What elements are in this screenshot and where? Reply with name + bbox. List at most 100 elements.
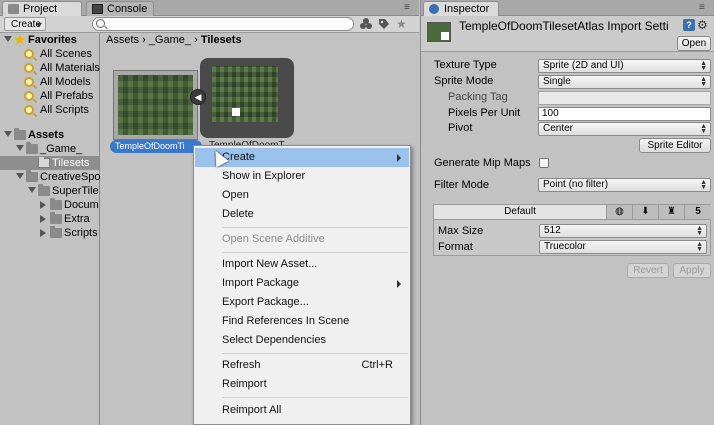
- expand-arrow-icon[interactable]: [4, 131, 12, 137]
- search-by-type-icon[interactable]: [359, 17, 373, 31]
- folder-icon: [50, 226, 62, 238]
- search-input[interactable]: [92, 17, 354, 31]
- revert-button[interactable]: Revert: [627, 263, 669, 278]
- updown-icon: ▲ ▼: [700, 76, 707, 88]
- menu-item-import-package[interactable]: Import Package: [195, 274, 409, 293]
- menu-item-import-new-asset[interactable]: Import New Asset...: [195, 255, 409, 274]
- updown-icon: ▲ ▼: [696, 225, 703, 237]
- menu-item-export-package[interactable]: Export Package...: [195, 293, 409, 312]
- menu-item-select-dependencies[interactable]: Select Dependencies: [195, 331, 409, 350]
- search-by-label-icon[interactable]: [377, 17, 391, 31]
- breadcrumb-tilesets[interactable]: Tilesets: [201, 34, 242, 46]
- project-toolbar: Create ★: [0, 16, 419, 33]
- menu-separator: [222, 252, 408, 253]
- console-tab-icon: [92, 4, 103, 14]
- menu-item-label: Delete: [222, 208, 254, 220]
- html5-platform-icon[interactable]: 5: [684, 205, 711, 220]
- tab-console-label: Console: [107, 3, 148, 15]
- expand-arrow-icon[interactable]: [16, 173, 24, 179]
- create-button[interactable]: Create: [4, 17, 46, 31]
- menu-item-label: Select Dependencies: [222, 334, 326, 346]
- menu-item-find-references[interactable]: Find References In Scene: [195, 312, 409, 331]
- favorite-label: All Scenes: [40, 48, 92, 60]
- menu-item-label: Open Scene Additive: [222, 233, 325, 245]
- tab-default-platform[interactable]: Default: [434, 205, 606, 220]
- expand-arrow-icon[interactable]: [16, 145, 24, 151]
- context-menu: Create Show in Explorer Open Delete Open…: [193, 145, 411, 425]
- gear-icon[interactable]: ⚙: [697, 18, 708, 32]
- android-platform-icon[interactable]: ♜: [658, 205, 684, 220]
- breadcrumb-separator: ›: [194, 34, 198, 46]
- folder-tree: ★ Favorites All Scenes All Materials All…: [0, 33, 101, 425]
- texture-type-dropdown[interactable]: Sprite (2D and UI) ▲ ▼: [538, 59, 711, 73]
- expand-arrow-icon[interactable]: [4, 36, 12, 42]
- sprite-thumbnail[interactable]: [200, 58, 294, 138]
- sprite-mode-dropdown[interactable]: Single ▲ ▼: [538, 75, 711, 89]
- generate-mip-maps-checkbox[interactable]: [539, 158, 549, 168]
- help-icon[interactable]: ?: [683, 19, 695, 31]
- inspector-window: Inspector ≡ TempleOfDoomTilesetAtlas Imp…: [420, 0, 714, 425]
- menu-item-reimport[interactable]: Reimport: [195, 375, 409, 394]
- favorite-label: All Models: [40, 76, 91, 88]
- collapse-arrow-icon[interactable]: [40, 201, 46, 209]
- max-size-label: Max Size: [438, 225, 484, 237]
- menu-item-refresh[interactable]: Refresh Ctrl+R: [195, 356, 409, 375]
- format-label: Format: [438, 241, 473, 253]
- collapse-arrow-icon[interactable]: [40, 215, 46, 223]
- asset-label-selected[interactable]: TempleOfDoomTi: [110, 140, 202, 153]
- menu-item-label: Export Package...: [222, 296, 309, 308]
- tab-project[interactable]: Project: [2, 1, 82, 16]
- menu-item-label: Import New Asset...: [222, 258, 318, 270]
- updown-icon: ▲ ▼: [696, 241, 703, 253]
- collapse-arrow-icon[interactable]: [40, 229, 46, 237]
- texture-thumbnail[interactable]: [113, 70, 198, 140]
- tree-item-tilesets[interactable]: Tilesets: [0, 156, 99, 170]
- packing-tag-field[interactable]: [538, 91, 711, 105]
- menu-item-label: Show in Explorer: [222, 170, 306, 182]
- tab-inspector-label: Inspector: [444, 3, 490, 15]
- dropdown-value: Sprite (2D and UI): [543, 60, 624, 71]
- breadcrumb: Assets › _Game_ › Tilesets: [101, 33, 419, 47]
- updown-icon: ▲ ▼: [700, 60, 707, 72]
- project-tabbar: Project Console ≡: [0, 0, 419, 16]
- menu-item-show-in-explorer[interactable]: Show in Explorer: [195, 167, 409, 186]
- folder-icon: [26, 170, 38, 182]
- favorites-label: Favorites: [28, 34, 77, 46]
- open-button[interactable]: Open: [677, 36, 711, 51]
- pivot-label: Pivot: [448, 122, 473, 134]
- info-tab-icon: [429, 4, 439, 14]
- dropdown-value: Center: [543, 123, 574, 134]
- web-platform-icon[interactable]: ◍: [606, 205, 632, 220]
- menu-item-label: Find References In Scene: [222, 315, 350, 327]
- menu-item-shortcut: Ctrl+R: [361, 359, 393, 371]
- sprite-mode-label: Sprite Mode: [434, 75, 494, 87]
- tree-item-label: _Game_: [40, 143, 83, 155]
- sprite-editor-button[interactable]: Sprite Editor: [639, 138, 711, 153]
- favorite-star-icon[interactable]: ★: [396, 17, 410, 31]
- caret-down-icon: [36, 23, 42, 27]
- collapse-sprites-icon[interactable]: ◀: [190, 89, 206, 105]
- format-dropdown[interactable]: Truecolor ▲ ▼: [539, 240, 707, 254]
- pixels-per-unit-field[interactable]: 100: [538, 107, 711, 121]
- menu-item-delete[interactable]: Delete: [195, 205, 409, 224]
- folder-icon: [50, 198, 62, 210]
- standalone-platform-icon[interactable]: ⬇: [632, 205, 658, 220]
- search-filter-icon: [24, 63, 34, 73]
- tab-console[interactable]: Console: [86, 1, 154, 16]
- panel-menu-icon[interactable]: ≡: [699, 2, 705, 13]
- breadcrumb-game[interactable]: _Game_: [149, 34, 191, 46]
- max-size-dropdown[interactable]: 512 ▲ ▼: [539, 224, 707, 238]
- pivot-dropdown[interactable]: Center ▲ ▼: [538, 122, 711, 136]
- packing-tag-label: Packing Tag: [448, 91, 508, 103]
- breadcrumb-assets[interactable]: Assets: [106, 34, 139, 46]
- menu-item-label: Refresh: [222, 359, 261, 371]
- filter-mode-dropdown[interactable]: Point (no filter) ▲ ▼: [538, 178, 711, 192]
- inspector-tabbar: Inspector ≡: [421, 0, 714, 16]
- tab-inspector[interactable]: Inspector: [423, 1, 499, 16]
- expand-arrow-icon[interactable]: [28, 187, 36, 193]
- panel-menu-icon[interactable]: ≡: [404, 2, 410, 13]
- menu-item-open[interactable]: Open: [195, 186, 409, 205]
- menu-item-reimport-all[interactable]: Reimport All: [195, 401, 409, 420]
- apply-button[interactable]: Apply: [673, 263, 711, 278]
- folder-icon: [14, 128, 26, 140]
